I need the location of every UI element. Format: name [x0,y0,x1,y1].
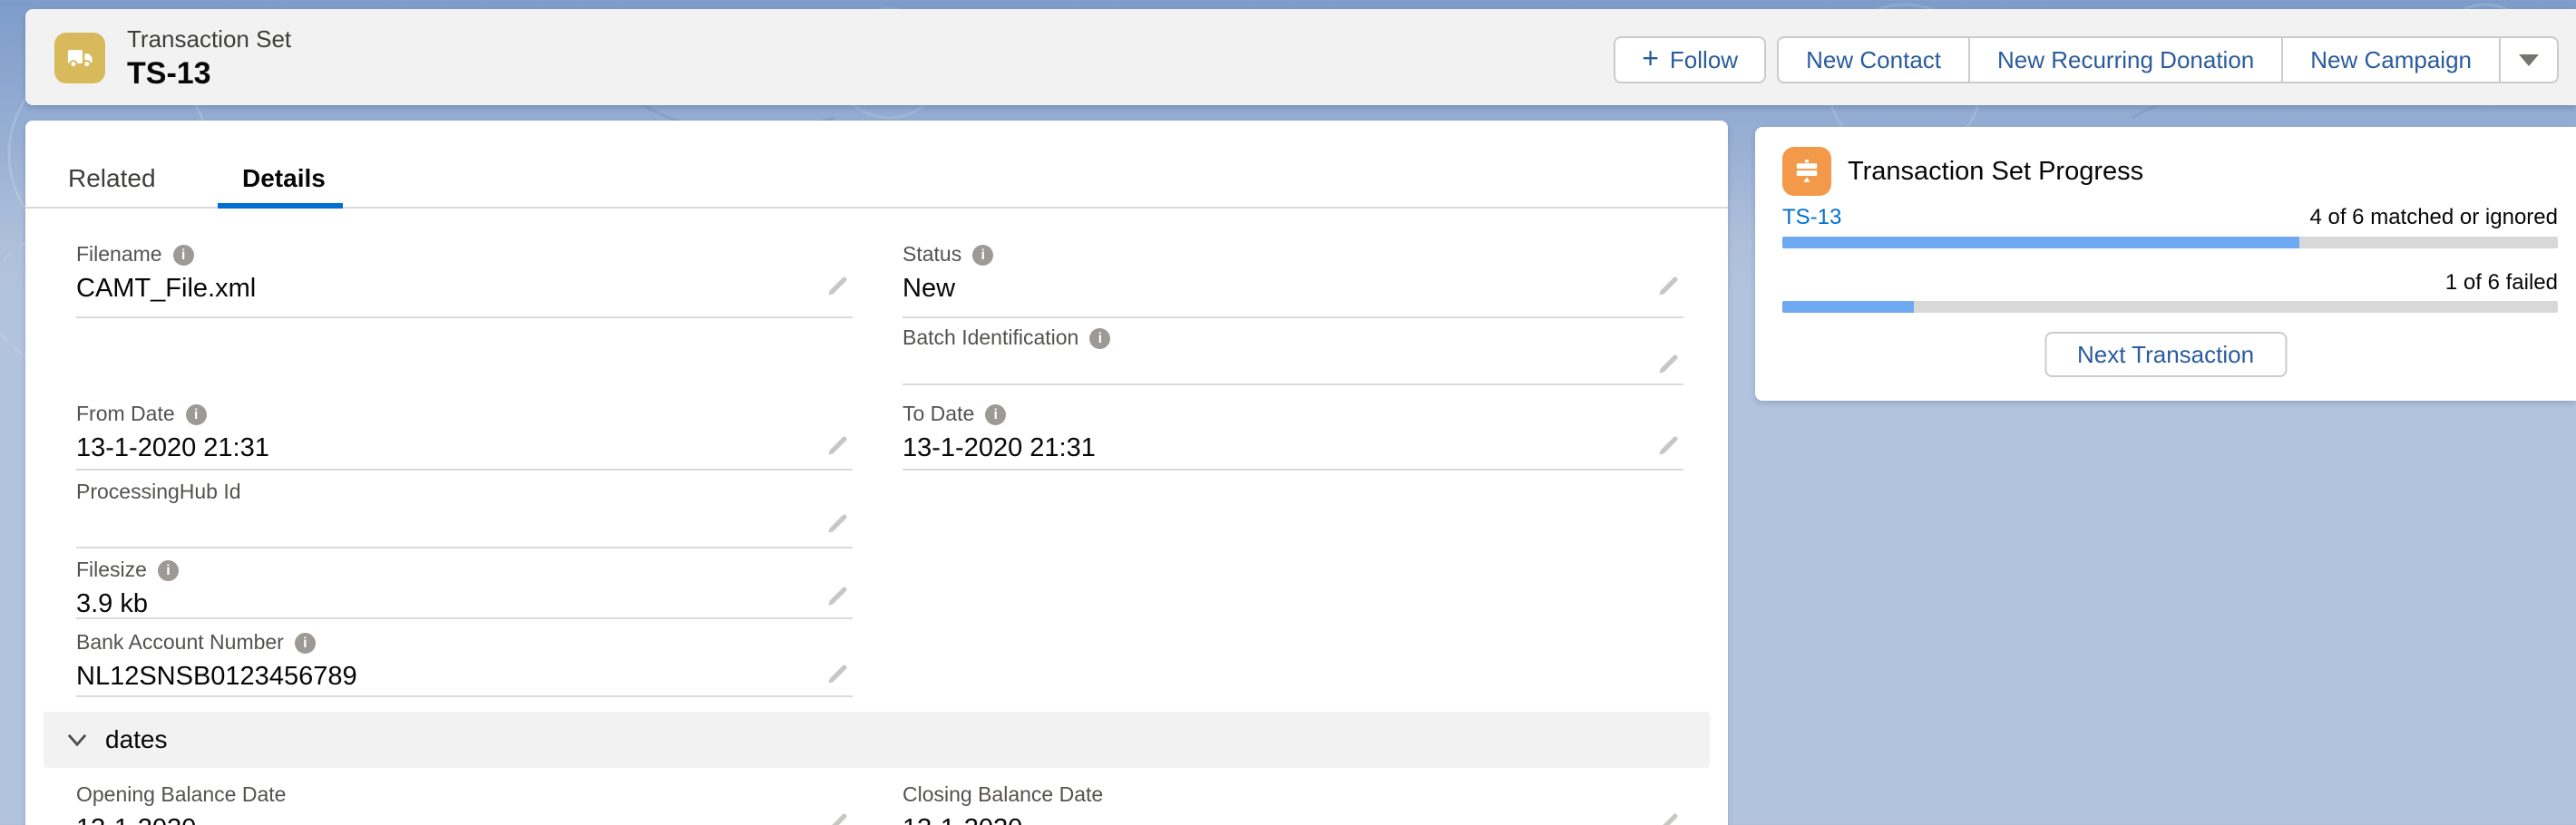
info-icon[interactable] [972,245,993,266]
new-campaign-button[interactable]: New Campaign [2281,36,2499,83]
transaction-set-object-icon [54,33,105,83]
field-processinghub-id: ProcessingHub Id [76,478,853,548]
edit-pencil-icon[interactable] [1656,351,1682,376]
chevron-down-icon [65,728,89,752]
new-recurring-donation-button[interactable]: New Recurring Donation [1968,36,2281,83]
field-bank-account-number-value: NL12SNSB0123456789 [76,660,357,693]
field-bank-account-number: Bank Account Number NL12SNSB0123456789 [76,628,853,697]
info-icon[interactable] [295,633,316,654]
more-actions-dropdown-button[interactable] [2499,36,2559,83]
field-from-date-label: From Date [76,402,175,425]
matched-progress-fill [1782,237,2299,248]
field-status-value: New [903,272,955,305]
signpost-icon [1791,155,1823,188]
matched-progress-caption: 4 of 6 matched or ignored [2309,205,2558,230]
field-from-date: From Date 13-1-2020 21:31 [76,400,853,471]
next-transaction-button[interactable]: Next Transaction [2044,332,2287,377]
info-icon[interactable] [1089,328,1110,349]
failed-progress-bar [1782,301,2558,313]
section-dates-title: dates [105,725,168,754]
field-opening-balance-date-label: Opening Balance Date [76,782,286,806]
edit-pencil-icon[interactable] [1656,273,1682,298]
field-from-date-value: 13-1-2020 21:31 [76,432,269,464]
field-status: Status New [903,240,1683,318]
edit-pencil-icon[interactable] [825,661,851,686]
new-campaign-label: New Campaign [2310,46,2472,74]
active-tab-underline [218,203,343,209]
new-recurring-donation-label: New Recurring Donation [1997,46,2254,74]
new-contact-label: New Contact [1806,46,1941,74]
field-to-date-label: To Date [903,402,974,425]
record-title: TS-13 [127,54,291,92]
header-action-buttons: + Follow New Contact New Recurring Donat… [1614,36,2559,83]
follow-button-label: Follow [1670,46,1738,74]
field-bank-account-number-label: Bank Account Number [76,630,284,654]
edit-pencil-icon[interactable] [825,510,851,536]
field-filename-label: Filename [76,242,162,266]
field-batch-identification: Batch Identification [903,324,1683,385]
progress-panel-title: Transaction Set Progress [1848,147,2143,196]
info-icon[interactable] [985,404,1006,425]
edit-pencil-icon[interactable] [825,810,851,825]
matched-progress-bar [1782,237,2558,248]
action-button-group: New Contact New Recurring Donation New C… [1777,36,2559,83]
field-filename: Filename CAMT_File.xml [76,240,853,318]
field-filesize: Filesize 3.9 kb [76,556,853,619]
plus-icon: + [1642,44,1659,73]
tab-related[interactable]: Related [68,164,156,193]
info-icon[interactable] [186,404,207,425]
object-label: Transaction Set [127,24,291,54]
record-detail-card: Related Details Filename CAMT_File.xml S… [25,121,1728,825]
field-filename-value: CAMT_File.xml [76,272,256,305]
edit-pencil-icon[interactable] [1656,810,1682,825]
field-status-label: Status [903,242,961,266]
dropdown-arrow-icon [2519,54,2539,66]
record-header: Transaction Set TS-13 + Follow New Conta… [25,9,2576,105]
field-processinghub-id-label: ProcessingHub Id [76,480,241,503]
field-opening-balance-date: Opening Balance Date 13-1-2020 [76,781,853,825]
field-to-date: To Date 13-1-2020 21:31 [903,400,1683,471]
field-to-date-value: 13-1-2020 21:31 [903,432,1096,464]
record-link[interactable]: TS-13 [1782,205,1841,230]
field-filesize-label: Filesize [76,558,147,581]
tab-details[interactable]: Details [242,164,326,193]
new-contact-button[interactable]: New Contact [1777,36,1968,83]
failed-progress-caption: 1 of 6 failed [2445,270,2558,296]
edit-pencil-icon[interactable] [825,583,851,608]
info-icon[interactable] [173,245,194,266]
field-closing-balance-date: Closing Balance Date 13-1-2020 [903,781,1683,825]
field-opening-balance-date-value: 13-1-2020 [76,812,196,825]
failed-progress-fill [1782,301,1914,313]
edit-pencil-icon[interactable] [825,273,851,298]
field-batch-identification-label: Batch Identification [903,325,1078,349]
next-transaction-label: Next Transaction [2077,341,2254,369]
info-icon[interactable] [158,560,179,581]
progress-panel-icon [1782,147,1831,196]
edit-pencil-icon[interactable] [1656,432,1682,458]
truck-icon [63,41,97,75]
edit-pencil-icon[interactable] [825,432,851,458]
section-dates-header[interactable]: dates [44,712,1710,768]
field-closing-balance-date-value: 13-1-2020 [903,812,1022,825]
field-filesize-value: 3.9 kb [76,587,148,620]
field-closing-balance-date-label: Closing Balance Date [903,782,1103,806]
follow-button[interactable]: + Follow [1614,36,1766,83]
transaction-set-progress-panel: Transaction Set Progress TS-13 4 of 6 ma… [1755,127,2576,401]
